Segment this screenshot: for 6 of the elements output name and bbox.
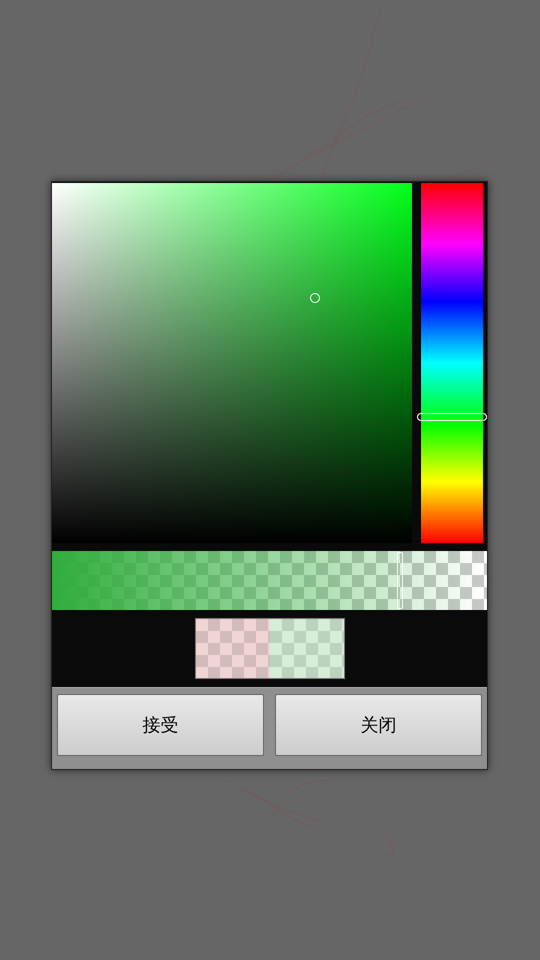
color-cursor[interactable] <box>310 293 320 304</box>
saturation-brightness-square[interactable] <box>52 183 412 543</box>
opacity-slider-handle[interactable] <box>397 552 403 609</box>
dialog-button[interactable]: 接受 <box>57 694 264 756</box>
opacity-slider[interactable] <box>52 551 487 610</box>
dialog-button[interactable]: 关闭 <box>275 694 482 756</box>
